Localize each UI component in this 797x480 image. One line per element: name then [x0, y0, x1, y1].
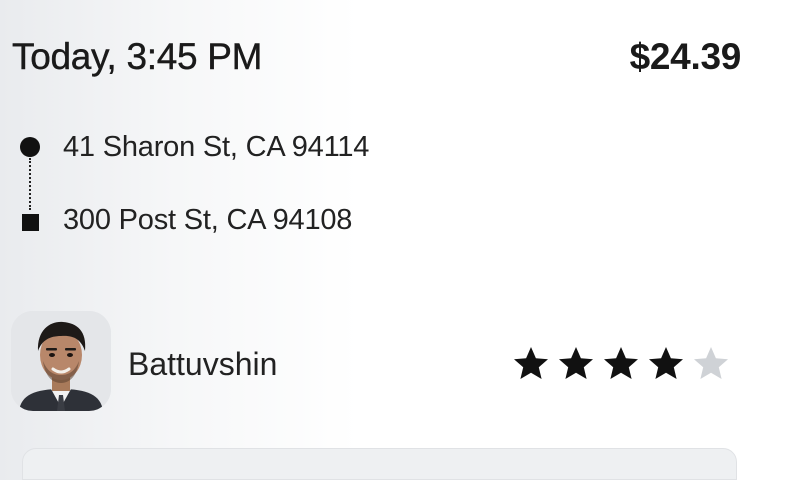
driver-photo: [11, 311, 111, 411]
pickup-address: 41 Sharon St, CA 94114: [63, 131, 370, 163]
driver-avatar[interactable]: [11, 311, 111, 411]
driver-rating: [512, 345, 730, 383]
star-empty-icon: [694, 347, 728, 379]
bottom-card-edge: [22, 448, 737, 480]
star-filled-icon: [649, 347, 683, 379]
route-connector: [29, 158, 31, 210]
pickup-dot-icon: [20, 137, 40, 157]
dropoff-address: 300 Post St, CA 94108: [63, 204, 353, 236]
dropoff-square-icon: [22, 214, 39, 231]
star-filled-icon: [604, 347, 638, 379]
trip-price: $24.39: [629, 36, 742, 77]
driver-name: Battuvshin: [128, 346, 278, 382]
star-filled-icon: [559, 347, 593, 379]
star-filled-icon: [514, 347, 548, 379]
trip-time: Today, 3:45 PM: [12, 36, 263, 77]
